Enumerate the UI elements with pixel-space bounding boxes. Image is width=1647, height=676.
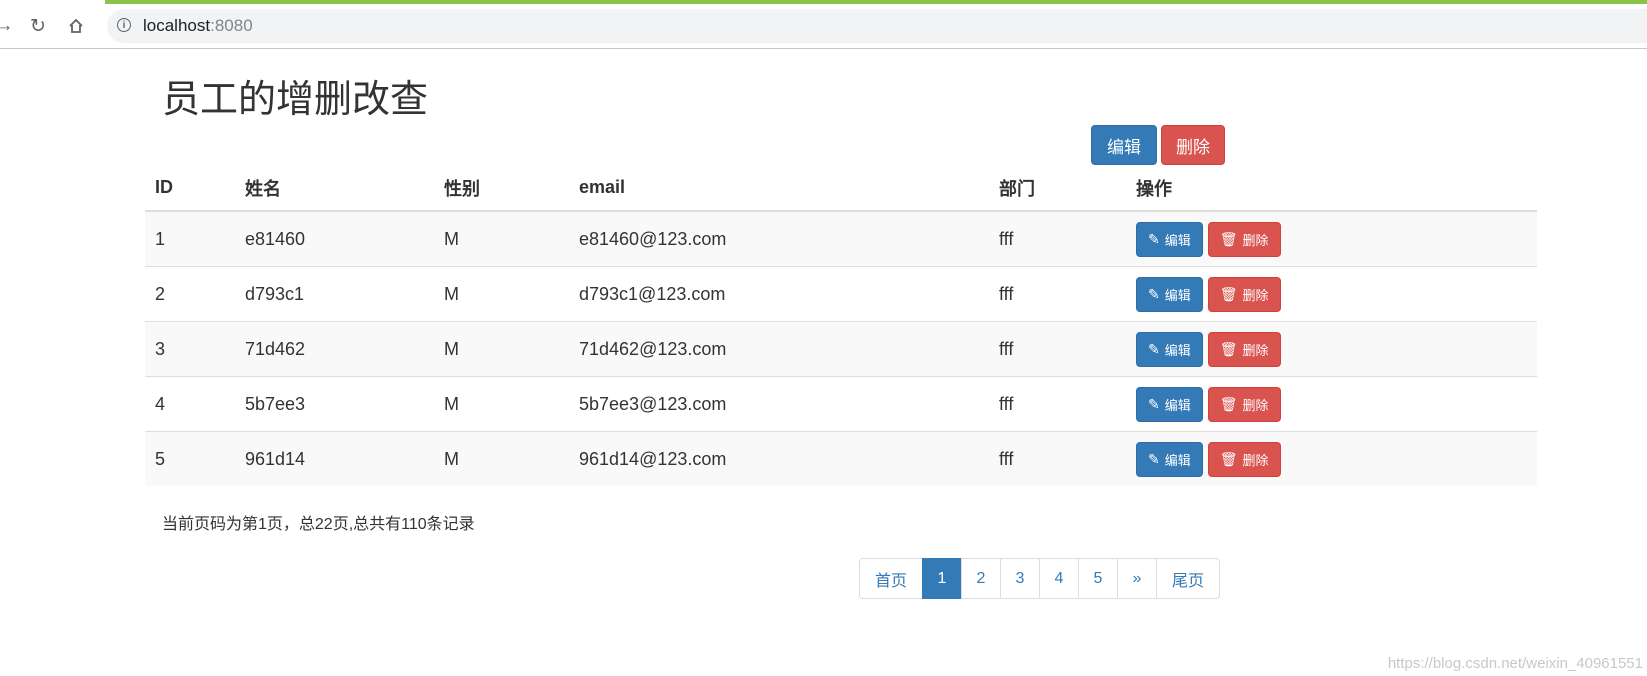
cell-email: 71d462@123.com: [569, 321, 989, 377]
row-delete-button[interactable]: 🗑 删除: [1207, 441, 1281, 477]
cell-name: 961d14: [235, 431, 434, 486]
row-edit-button[interactable]: ✎ 编辑: [1136, 276, 1203, 312]
url-host: localhost: [143, 16, 211, 35]
cell-department: fff: [989, 210, 1126, 267]
table-row: 4 5b7ee3 M 5b7ee3@123.com fff ✎ 编辑 🗑 删除: [145, 376, 1537, 432]
cell-gender: M: [434, 321, 569, 377]
cell-actions: ✎ 编辑 🗑 删除: [1126, 376, 1537, 432]
page-next-link[interactable]: »: [1117, 558, 1157, 599]
trash-icon: 🗑: [1219, 450, 1238, 467]
row-delete-label: 删除: [1242, 342, 1269, 358]
row-edit-label: 编辑: [1164, 452, 1191, 468]
cell-actions: ✎ 编辑 🗑 删除: [1126, 431, 1537, 486]
pencil-icon: ✎: [1148, 230, 1160, 247]
home-icon[interactable]: [62, 12, 90, 40]
cell-email: 961d14@123.com: [569, 431, 989, 486]
header-actions: 操作: [1126, 165, 1537, 212]
pencil-icon: ✎: [1148, 450, 1160, 467]
page-last-link[interactable]: 尾页: [1156, 558, 1220, 599]
pencil-icon: ✎: [1148, 285, 1160, 302]
cell-id: 4: [145, 376, 235, 432]
header-department: 部门: [989, 165, 1126, 212]
cell-name: 5b7ee3: [235, 376, 434, 432]
header-id: ID: [145, 165, 235, 212]
cell-id: 2: [145, 266, 235, 322]
top-edit-button[interactable]: 编辑: [1091, 125, 1157, 165]
page-4-link[interactable]: 4: [1039, 558, 1079, 599]
cell-email: e81460@123.com: [569, 210, 989, 267]
cell-actions: ✎ 编辑 🗑 删除: [1126, 266, 1537, 322]
cell-email: d793c1@123.com: [569, 266, 989, 322]
reload-icon[interactable]: ↻: [24, 12, 52, 40]
address-bar[interactable]: i localhost:8080: [107, 9, 1647, 43]
page-5-link[interactable]: 5: [1078, 558, 1118, 599]
employee-table: ID 姓名 性别 email 部门 操作 1 e81460 M e81460@1…: [145, 165, 1537, 486]
header-email: email: [569, 165, 989, 212]
cell-id: 1: [145, 210, 235, 267]
cell-name: 71d462: [235, 321, 434, 377]
cell-name: e81460: [235, 210, 434, 267]
page-info-text: 当前页码为第1页，总22页,总共有110条记录: [162, 516, 475, 533]
cell-name: d793c1: [235, 266, 434, 322]
row-delete-button[interactable]: 🗑 删除: [1207, 221, 1281, 257]
row-edit-button[interactable]: ✎ 编辑: [1136, 386, 1203, 422]
pencil-icon: ✎: [1148, 395, 1160, 412]
cell-gender: M: [434, 210, 569, 267]
row-delete-button[interactable]: 🗑 删除: [1207, 331, 1281, 367]
row-delete-label: 删除: [1242, 232, 1269, 248]
info-icon[interactable]: i: [117, 18, 131, 32]
cell-actions: ✎ 编辑 🗑 删除: [1126, 321, 1537, 377]
row-delete-label: 删除: [1242, 452, 1269, 468]
table-row: 5 961d14 M 961d14@123.com fff ✎ 编辑 🗑 删除: [145, 431, 1537, 486]
row-edit-label: 编辑: [1164, 232, 1191, 248]
row-edit-button[interactable]: ✎ 编辑: [1136, 331, 1203, 367]
page-first-link[interactable]: 首页: [859, 558, 923, 599]
trash-icon: 🗑: [1219, 230, 1238, 247]
trash-icon: 🗑: [1219, 340, 1238, 357]
cell-gender: M: [434, 431, 569, 486]
trash-icon: 🗑: [1219, 285, 1238, 302]
cell-id: 3: [145, 321, 235, 377]
row-delete-button[interactable]: 🗑 删除: [1207, 276, 1281, 312]
row-edit-label: 编辑: [1164, 287, 1191, 303]
table-header-row: ID 姓名 性别 email 部门 操作: [145, 165, 1537, 212]
cell-id: 5: [145, 431, 235, 486]
cell-actions: ✎ 编辑 🗑 删除: [1126, 210, 1537, 267]
cell-department: fff: [989, 376, 1126, 432]
watermark: https://blog.csdn.net/weixin_40961551: [1387, 655, 1643, 672]
page-2-link[interactable]: 2: [961, 558, 1001, 599]
page-1-link[interactable]: 1: [922, 558, 962, 599]
forward-icon[interactable]: →: [0, 12, 18, 40]
pagination: 首页 1 2 3 4 5 » 尾页: [859, 558, 1220, 599]
address-url: localhost:8080: [143, 16, 253, 36]
table-row: 1 e81460 M e81460@123.com fff ✎ 编辑 🗑 删除: [145, 210, 1537, 267]
header-gender: 性别: [434, 165, 569, 212]
top-delete-button[interactable]: 删除: [1161, 125, 1225, 165]
cell-gender: M: [434, 376, 569, 432]
table-row: 3 71d462 M 71d462@123.com fff ✎ 编辑 🗑 删除: [145, 321, 1537, 377]
row-edit-button[interactable]: ✎ 编辑: [1136, 221, 1203, 257]
browser-toolbar: → ↻ i localhost:8080: [0, 4, 1647, 49]
row-delete-label: 删除: [1242, 397, 1269, 413]
header-name: 姓名: [235, 165, 434, 212]
row-delete-button[interactable]: 🗑 删除: [1207, 386, 1281, 422]
url-port: :8080: [210, 16, 253, 35]
cell-email: 5b7ee3@123.com: [569, 376, 989, 432]
pencil-icon: ✎: [1148, 340, 1160, 357]
row-edit-label: 编辑: [1164, 342, 1191, 358]
trash-icon: 🗑: [1219, 395, 1238, 412]
page-3-link[interactable]: 3: [1000, 558, 1040, 599]
cell-gender: M: [434, 266, 569, 322]
cell-department: fff: [989, 431, 1126, 486]
table-row: 2 d793c1 M d793c1@123.com fff ✎ 编辑 🗑 删除: [145, 266, 1537, 322]
cell-department: fff: [989, 321, 1126, 377]
page-title: 员工的增删改查: [162, 79, 429, 121]
row-edit-label: 编辑: [1164, 397, 1191, 413]
cell-department: fff: [989, 266, 1126, 322]
row-delete-label: 删除: [1242, 287, 1269, 303]
row-edit-button[interactable]: ✎ 编辑: [1136, 441, 1203, 477]
